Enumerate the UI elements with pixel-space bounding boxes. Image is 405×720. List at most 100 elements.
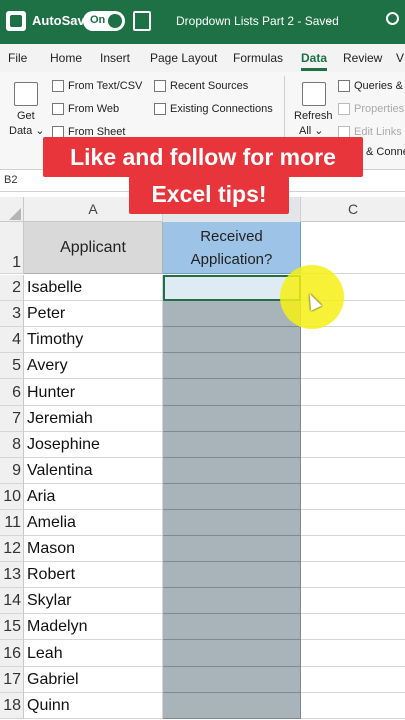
select-all-button[interactable] [0,197,24,222]
applicant-cell[interactable]: Isabelle [24,275,163,301]
received-application-cell[interactable] [163,562,301,588]
row-header[interactable]: 6 [0,379,24,406]
search-icon[interactable] [386,12,399,25]
tab-review[interactable]: Review [343,51,382,65]
save-icon[interactable] [133,11,151,31]
document-title[interactable]: Dropdown Lists Part 2 - Saved [176,14,339,28]
row-header[interactable]: 5 [0,353,24,379]
empty-cell-c[interactable] [301,379,405,406]
received-application-cell[interactable] [163,432,301,458]
received-application-cell[interactable] [163,484,301,510]
row-header[interactable]: 16 [0,640,24,667]
column-header-c[interactable]: C [301,197,405,222]
header-cell-received-application[interactable]: Received Application? [163,222,301,274]
promo-banner-line-1: Like and follow for more [43,137,363,177]
autosave-toggle[interactable]: On [83,11,125,31]
tab-file[interactable]: File [8,51,27,65]
applicant-cell[interactable]: Jeremiah [24,406,163,432]
tab-home[interactable]: Home [50,51,82,65]
empty-cell-c[interactable] [301,327,405,353]
received-application-cell[interactable] [163,379,301,406]
received-application-cell[interactable] [163,667,301,693]
properties-icon [338,103,350,115]
tab-data[interactable]: Data [301,51,328,71]
row-header[interactable]: 18 [0,693,24,719]
empty-cell-c[interactable] [301,536,405,562]
empty-cell-c[interactable] [301,432,405,458]
applicant-cell[interactable]: Madelyn [24,614,163,640]
empty-cell-c[interactable] [301,406,405,432]
applicant-cell[interactable]: Skylar [24,588,163,614]
empty-cell-c[interactable] [301,588,405,614]
row-header[interactable]: 8 [0,432,24,458]
received-application-cell[interactable] [163,614,301,640]
received-application-cell[interactable] [163,640,301,667]
empty-cell-c[interactable] [301,484,405,510]
properties-button[interactable]: Properties [354,103,404,115]
applicant-cell[interactable]: Josephine [24,432,163,458]
empty-cell-c[interactable] [301,458,405,484]
row-header[interactable]: 4 [0,327,24,353]
empty-cell-c[interactable] [301,693,405,719]
received-application-cell[interactable] [163,327,301,353]
empty-cell-c[interactable] [301,562,405,588]
applicant-cell[interactable]: Leah [24,640,163,667]
row-header[interactable]: 13 [0,562,24,588]
empty-cell-c[interactable] [301,667,405,693]
queries-connections-group-label: & Conne [366,146,405,158]
row-header[interactable]: 3 [0,301,24,327]
get-data-label-2[interactable]: Data ⌄ [9,124,45,137]
tab-page-layout[interactable]: Page Layout [150,51,217,65]
received-application-cell[interactable] [163,536,301,562]
refresh-all-label-1[interactable]: Refresh [294,110,333,122]
row-header[interactable]: 7 [0,406,24,432]
queries-connections-button[interactable]: Queries & [354,80,403,92]
row-header[interactable]: 2 [0,275,24,301]
row-header[interactable]: 1 [0,222,24,274]
from-text-csv-button[interactable]: From Text/CSV [68,80,142,92]
from-web-button[interactable]: From Web [68,103,119,115]
received-application-cell[interactable] [163,693,301,719]
empty-cell-c[interactable] [301,640,405,667]
applicant-cell[interactable]: Mason [24,536,163,562]
refresh-icon [302,82,326,106]
existing-connections-button[interactable]: Existing Connections [170,103,273,115]
empty-cell-c[interactable] [301,614,405,640]
applicant-cell[interactable]: Gabriel [24,667,163,693]
title-bar: AutoSave On Dropdown Lists Part 2 - Save… [0,0,405,44]
applicant-cell[interactable]: Peter [24,301,163,327]
row-header[interactable]: 14 [0,588,24,614]
row-header[interactable]: 10 [0,484,24,510]
applicant-cell[interactable]: Amelia [24,510,163,536]
chevron-down-icon[interactable]: ⌄ [325,13,334,26]
recent-sources-button[interactable]: Recent Sources [170,80,248,92]
received-application-cell[interactable] [163,588,301,614]
empty-cell-c[interactable] [301,353,405,379]
applicant-cell[interactable]: Valentina [24,458,163,484]
get-data-label-1[interactable]: Get [17,110,35,122]
existing-connections-icon [154,103,166,115]
row-header[interactable]: 11 [0,510,24,536]
row-header[interactable]: 17 [0,667,24,693]
received-application-cell[interactable] [163,510,301,536]
tab-insert[interactable]: Insert [100,51,130,65]
tab-view[interactable]: V [396,51,404,65]
applicant-cell[interactable]: Robert [24,562,163,588]
applicant-cell[interactable]: Avery [24,353,163,379]
row-header[interactable]: 12 [0,536,24,562]
received-application-cell[interactable] [163,406,301,432]
row-header[interactable]: 9 [0,458,24,484]
applicant-cell[interactable]: Aria [24,484,163,510]
name-box[interactable]: B2 [4,174,17,186]
applicant-cell[interactable]: Quinn [24,693,163,719]
applicant-cell[interactable]: Hunter [24,379,163,406]
received-application-cell[interactable] [163,458,301,484]
tab-formulas[interactable]: Formulas [233,51,283,65]
row-header[interactable]: 15 [0,614,24,640]
database-icon [14,82,38,106]
received-application-cell[interactable] [163,353,301,379]
empty-cell-c[interactable] [301,510,405,536]
applicant-cell[interactable]: Timothy [24,327,163,353]
header-cell-applicant[interactable]: Applicant [24,222,163,274]
refresh-all-label-2[interactable]: All ⌄ [299,124,324,137]
